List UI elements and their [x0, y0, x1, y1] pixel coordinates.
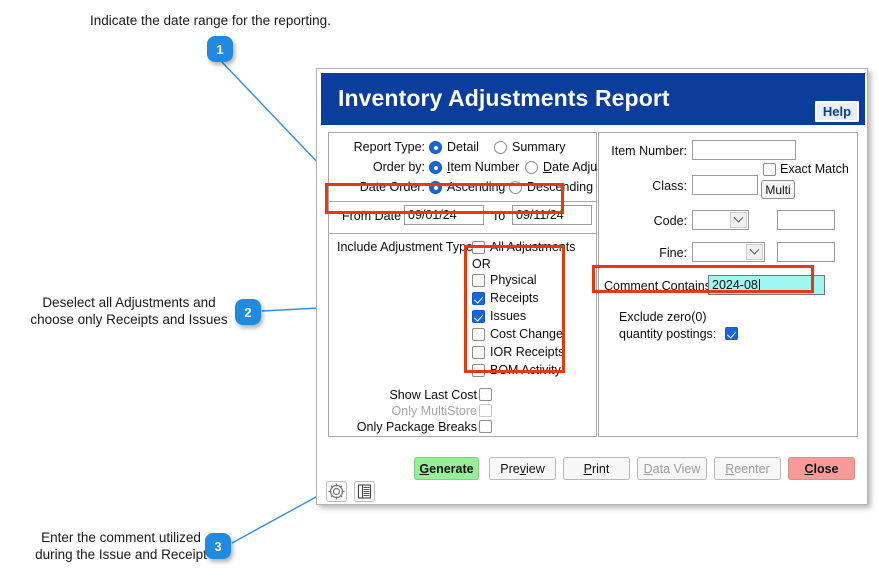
text-caret — [758, 278, 760, 292]
radio-order-by-date-adjusted[interactable] — [525, 161, 538, 174]
dialog-titlebar: Inventory Adjustments Report Help — [321, 73, 865, 125]
generate-button[interactable]: Generate — [414, 457, 479, 480]
comment-contains-label: Comment Contains: — [604, 279, 715, 293]
callout-marker-2: 2 — [235, 299, 261, 325]
chevron-down-icon — [746, 244, 763, 260]
annotation-text-1: Indicate the date range for the reportin… — [90, 13, 331, 28]
panel-divider-2 — [329, 233, 596, 234]
radio-report-type-detail-label: Detail — [447, 140, 479, 154]
checkbox-receipts[interactable] — [472, 292, 485, 305]
adjustment-types-or-label: OR — [472, 257, 491, 271]
checkbox-ior-receipts-label: IOR Receipts — [490, 345, 565, 359]
close-button[interactable]: Close — [788, 457, 855, 480]
date-order-label: Date Order: — [359, 180, 425, 194]
radio-date-order-ascending[interactable] — [429, 181, 442, 194]
class-input[interactable] — [692, 175, 758, 195]
checkbox-exact-match-label: Exact Match — [780, 162, 849, 176]
exclude-zero-label-line2: quantity postings: — [619, 327, 717, 341]
radio-report-type-summary[interactable] — [494, 141, 507, 154]
list-view-icon-glyph — [357, 484, 372, 499]
checkbox-exact-match[interactable] — [763, 163, 776, 176]
checkbox-issues[interactable] — [472, 310, 485, 323]
preview-button[interactable]: Pre v iew — [489, 457, 556, 480]
checkbox-show-last-cost[interactable] — [479, 388, 492, 401]
callout-marker-1: 1 — [207, 36, 233, 62]
print-button[interactable]: Print — [563, 457, 630, 480]
include-adjustment-types-label: Include Adjustment Types: — [337, 240, 483, 254]
fine-select[interactable] — [692, 242, 765, 262]
comment-contains-value: 2024-08 — [712, 278, 758, 292]
fine-label: Fine: — [659, 246, 687, 260]
radio-date-order-descending[interactable] — [509, 181, 522, 194]
checkbox-ior-receipts[interactable] — [472, 346, 485, 359]
code-select[interactable] — [692, 210, 749, 230]
radio-date-order-descending-label: Descending — [527, 180, 594, 194]
item-number-input[interactable] — [692, 140, 796, 160]
item-filter-panel: Item Number: Class: Exact Match Multi Co… — [598, 132, 858, 437]
checkbox-bom-activity[interactable] — [472, 364, 485, 377]
only-multistore-label: Only MultiStore — [391, 404, 477, 418]
checkbox-issues-label: Issues — [490, 309, 527, 323]
checkbox-cost-change[interactable] — [472, 328, 485, 341]
gear-icon[interactable] — [326, 481, 347, 502]
radio-order-by-item-number-label: Item Number — [447, 160, 520, 174]
to-date-label: To — [492, 209, 506, 223]
help-button[interactable]: Help — [815, 101, 859, 122]
gear-icon-glyph — [328, 483, 345, 500]
radio-report-type-detail[interactable] — [429, 141, 442, 154]
radio-report-type-summary-label: Summary — [512, 140, 566, 154]
code-extra-input[interactable] — [777, 210, 835, 230]
show-last-cost-label: Show Last Cost — [389, 388, 477, 402]
panel-divider-1 — [329, 201, 596, 202]
comment-contains-input[interactable]: 2024-08 — [708, 275, 825, 295]
report-options-panel: Report Type: Detail Summary Order by: It… — [328, 132, 621, 437]
checkbox-all-adjustments-label: All Adjustments — [490, 240, 576, 254]
item-number-label: Item Number: — [611, 144, 687, 158]
reenter-button[interactable]: Reenter — [714, 457, 781, 480]
checkbox-bom-activity-label: BOM Activity — [490, 363, 561, 377]
checkbox-all-adjustments[interactable] — [472, 241, 485, 254]
from-date-label: From Date — [342, 209, 402, 223]
annotation-text-2: Deselect all Adjustments and choose only… — [30, 295, 228, 327]
callout-marker-3: 3 — [205, 533, 231, 559]
list-view-icon[interactable] — [354, 481, 375, 502]
checkbox-only-multistore — [479, 404, 492, 417]
exclude-zero-label-line1: Exclude zero(0) — [619, 310, 707, 324]
from-date-input[interactable]: 09/01/24 — [404, 205, 484, 225]
checkbox-cost-change-label: Cost Change — [490, 327, 563, 341]
annotation-text-3: Enter the comment utilized during the Is… — [35, 530, 207, 562]
checkbox-receipts-label: Receipts — [490, 291, 539, 305]
order-by-label: Order by: — [372, 160, 425, 174]
inventory-adjustments-report-dialog: Inventory Adjustments Report Help Report… — [316, 68, 868, 505]
report-type-label: Report Type: — [353, 140, 425, 154]
page-title: Inventory Adjustments Report — [338, 85, 670, 111]
code-label: Code: — [653, 214, 687, 228]
chevron-down-icon — [730, 212, 747, 228]
radio-date-order-ascending-label: Ascending — [447, 180, 506, 194]
checkbox-physical[interactable] — [472, 274, 485, 287]
to-date-input[interactable]: 09/11/24 — [512, 205, 592, 225]
screenshot-canvas: Indicate the date range for the reportin… — [0, 0, 879, 578]
only-package-breaks-label: Only Package Breaks — [356, 420, 477, 434]
class-label: Class: — [652, 179, 687, 193]
data-view-button[interactable]: Data View — [637, 457, 707, 480]
fine-extra-input[interactable] — [777, 242, 835, 262]
checkbox-exclude-zero-quantity-postings[interactable] — [725, 327, 738, 340]
checkbox-only-package-breaks[interactable] — [479, 420, 492, 433]
radio-order-by-item-number[interactable] — [429, 161, 442, 174]
checkbox-physical-label: Physical — [490, 273, 537, 287]
multi-button[interactable]: Multi — [761, 180, 795, 199]
